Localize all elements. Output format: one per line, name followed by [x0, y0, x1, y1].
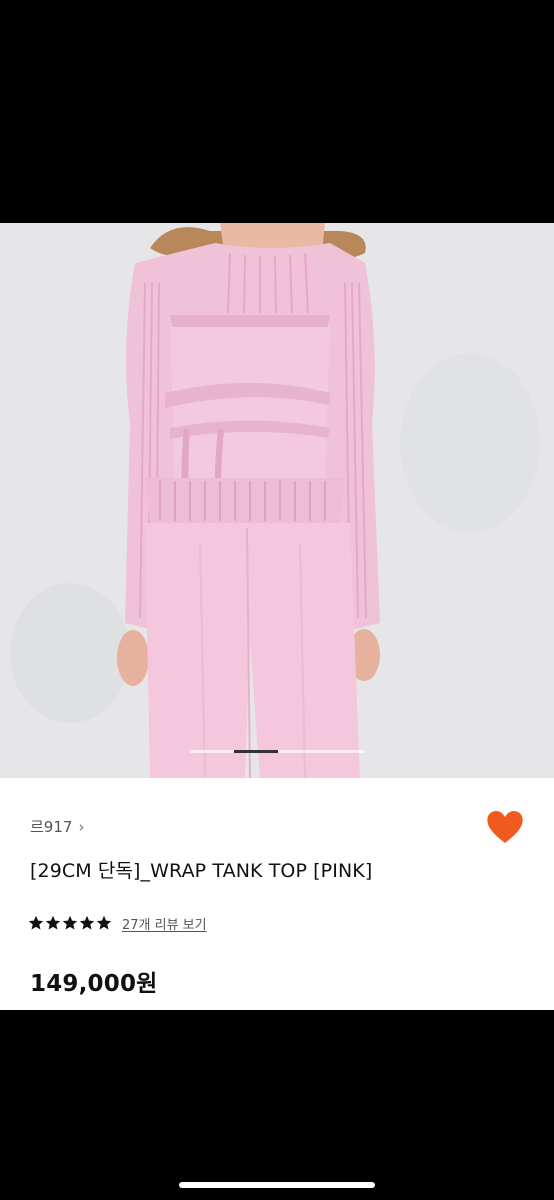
carousel-indicator	[190, 750, 364, 753]
star-icon	[62, 915, 78, 930]
home-indicator[interactable]	[179, 1182, 375, 1188]
chevron-right-icon: ›	[78, 818, 85, 836]
brand-name: 르917	[30, 818, 73, 836]
star-icon	[79, 915, 95, 930]
screen: 르917 › [29CM 단독]_WRAP TANK TOP [PINK] 27개…	[0, 0, 554, 1200]
heart-icon	[487, 811, 523, 843]
like-button[interactable]	[486, 810, 524, 844]
product-title: [29CM 단독]_WRAP TANK TOP [PINK]	[30, 860, 373, 882]
star-icon	[45, 915, 61, 930]
rating-stars	[28, 915, 112, 931]
product-photo-illustration	[0, 223, 554, 778]
rating: 27개 리뷰 보기	[28, 912, 207, 934]
review-link[interactable]: 27개 리뷰 보기	[122, 914, 207, 933]
product-price: 149,000원	[30, 971, 158, 997]
product-photo[interactable]	[0, 223, 554, 778]
star-icon	[28, 915, 44, 930]
brand-link[interactable]: 르917 ›	[30, 816, 84, 837]
product-info: 르917 › [29CM 단독]_WRAP TANK TOP [PINK] 27개…	[0, 778, 554, 1010]
star-icon	[96, 915, 112, 930]
carousel-indicator-active	[234, 750, 278, 753]
